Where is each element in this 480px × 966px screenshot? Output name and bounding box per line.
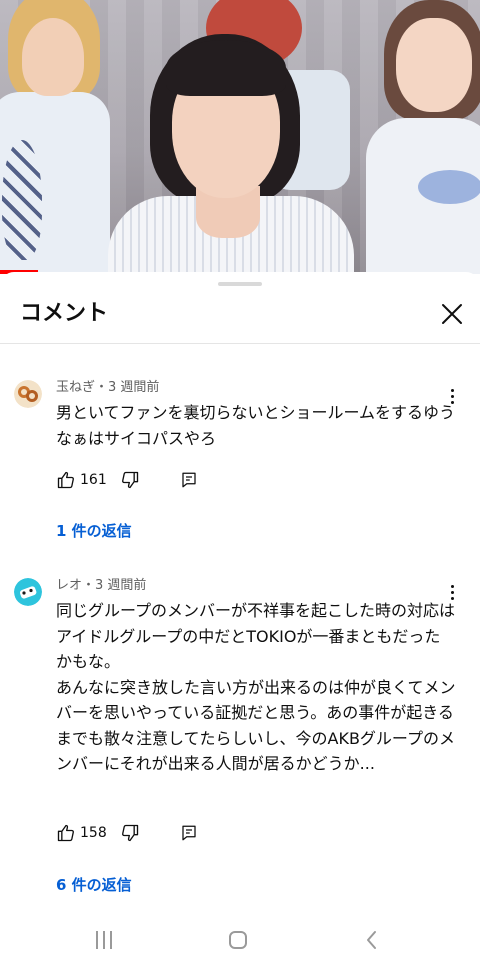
comment-reply-icon (182, 825, 196, 841)
reply-button[interactable] (180, 468, 198, 492)
view-replies-link[interactable]: 6 件の返信 (56, 874, 132, 895)
like-button[interactable]: 158 (56, 821, 107, 845)
thumb-up-icon (57, 824, 74, 842)
recent-apps-icon (96, 931, 112, 949)
video-figure (2, 140, 42, 260)
avatar-image (14, 380, 42, 408)
comment-actions: 158 (56, 821, 256, 845)
system-navigation-bar (0, 914, 480, 966)
like-button[interactable]: 161 (56, 468, 107, 492)
thumb-down-icon (122, 471, 139, 489)
comments-sheet: コメント 玉ねぎ・3 週間前 男といてファンを裏切らないとショールームをするゆう… (0, 272, 480, 966)
avatar[interactable] (14, 380, 42, 408)
dislike-button[interactable] (120, 468, 140, 492)
avatar[interactable] (14, 578, 42, 606)
comments-header: コメント (0, 292, 480, 344)
back-icon (367, 931, 376, 949)
reply-button[interactable] (180, 821, 198, 845)
comments-title: コメント (20, 301, 109, 326)
back-button[interactable] (348, 924, 396, 956)
comment-actions: 161 (56, 468, 256, 492)
home-icon (229, 931, 247, 949)
more-vertical-icon (450, 388, 454, 392)
video-player[interactable] (0, 0, 480, 274)
comment-item: 玉ねぎ・3 週間前 男といてファンを裏切らないとショールームをするゆうなぁはサイ… (0, 372, 480, 542)
close-icon (442, 304, 462, 324)
comment-meta[interactable]: レオ・3 週間前 (56, 577, 146, 595)
thumb-down-icon (122, 824, 139, 842)
video-figure (22, 18, 84, 96)
video-figure (418, 170, 480, 204)
comment-meta[interactable]: 玉ねぎ・3 週間前 (56, 379, 159, 397)
header-divider (0, 343, 480, 344)
video-figure (396, 18, 472, 112)
comment-reply-icon (182, 472, 196, 488)
comment-item: レオ・3 週間前 同じグループのメンバーが不祥事を起こした時の対応はアイドルグル… (0, 572, 480, 902)
close-button[interactable] (434, 296, 470, 332)
home-button[interactable] (214, 924, 262, 956)
thumb-up-icon (57, 471, 74, 489)
view-replies-link[interactable]: 1 件の返信 (56, 520, 132, 541)
like-count: 158 (80, 825, 107, 841)
like-count: 161 (80, 472, 107, 488)
sheet-drag-handle[interactable] (218, 282, 262, 286)
comment-text: 同じグループのメンバーが不祥事を起こした時の対応はアイドルグループの中だとTOK… (56, 601, 456, 773)
video-figure (166, 40, 286, 96)
dislike-button[interactable] (120, 821, 140, 845)
comment-text: 男といてファンを裏切らないとショールームをするゆうなぁはサイコパスやろ (56, 403, 456, 448)
recent-apps-button[interactable] (80, 924, 128, 956)
more-vertical-icon (450, 584, 454, 588)
avatar-image (14, 578, 42, 606)
